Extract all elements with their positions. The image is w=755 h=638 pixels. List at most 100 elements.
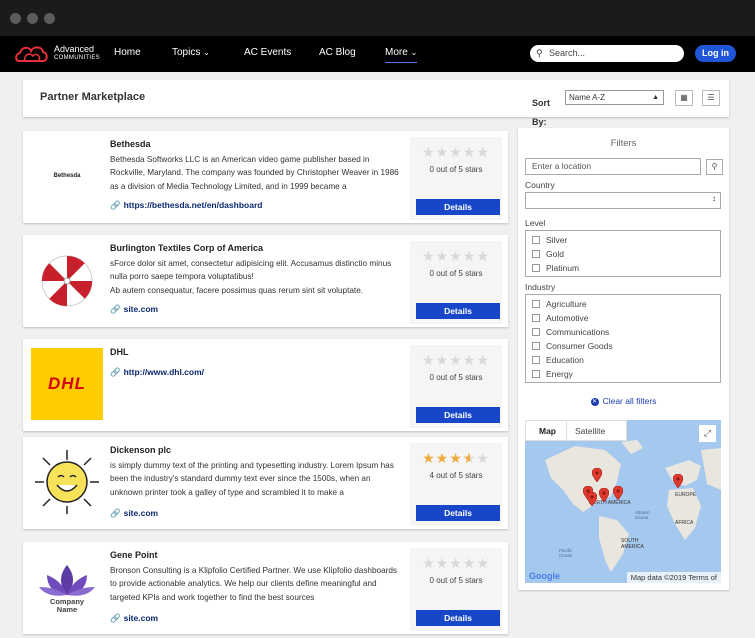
level-option[interactable]: Gold: [526, 247, 720, 261]
partner-name[interactable]: Dickenson plc: [110, 445, 171, 455]
industry-option[interactable]: Energy: [526, 367, 720, 381]
fullscreen-button[interactable]: ⤢: [699, 425, 716, 442]
star-rating: ★★★★★: [422, 144, 490, 160]
checkbox[interactable]: [532, 314, 540, 322]
checkbox[interactable]: [532, 264, 540, 272]
partner-map[interactable]: EUROPE AFRICA SOUTH AMERICA NORTH AMERIC…: [525, 420, 721, 583]
map-marker-icon[interactable]: [598, 487, 610, 503]
partner-name[interactable]: Bethesda: [110, 139, 151, 149]
map-tab-map[interactable]: Map: [539, 426, 556, 436]
rating-text: 0 out of 5 stars: [429, 165, 483, 174]
industry-label: Industry: [525, 282, 556, 292]
rating-panel: ★★★★★ 0 out of 5 stars Details: [410, 241, 502, 324]
country-label: Country: [525, 180, 555, 190]
partner-link-text: https://bethesda.net/en/dashboard: [123, 200, 263, 210]
level-option-label: Platinum: [546, 263, 580, 273]
checkbox[interactable]: [532, 300, 540, 308]
partner-link[interactable]: 🔗 http://www.dhl.com/: [110, 367, 204, 378]
window-maximize-dot[interactable]: [44, 13, 55, 24]
industry-option[interactable]: Agriculture: [526, 297, 720, 311]
checkbox[interactable]: [532, 236, 540, 244]
login-button[interactable]: Log in: [695, 45, 736, 62]
locate-button[interactable]: ⚲: [706, 159, 723, 175]
link-icon: 🔗: [110, 613, 121, 623]
details-button[interactable]: Details: [416, 610, 500, 626]
checkbox[interactable]: [532, 328, 540, 336]
brand-line2: COMMUNITIES: [54, 55, 100, 61]
chevron-down-icon: ⌄: [203, 48, 210, 57]
partner-description: Bronson Consulting is a Klipfolio Certif…: [110, 566, 398, 602]
partner-link[interactable]: 🔗 site.com: [110, 508, 158, 519]
nav-topics-label: Topics: [172, 47, 201, 58]
nav-more[interactable]: More ⌄: [385, 47, 418, 63]
rating-panel: ★★★★★ 0 out of 5 stars Details: [410, 137, 502, 220]
partner-link[interactable]: 🔗 https://bethesda.net/en/dashboard: [110, 200, 262, 211]
search-icon: ⚲: [536, 48, 543, 58]
nav-ac-blog[interactable]: AC Blog: [319, 47, 356, 58]
clear-filters-link[interactable]: ✕ Clear all filters: [518, 396, 729, 406]
industry-option[interactable]: Education: [526, 353, 720, 367]
nav-ac-events[interactable]: AC Events: [244, 47, 291, 58]
checkbox[interactable]: [532, 342, 540, 350]
checkbox[interactable]: [532, 356, 540, 364]
nav-ac-blog-label: AC Blog: [319, 47, 356, 58]
sort-select[interactable]: Name A-Z ▲: [565, 90, 664, 105]
sort-value: Name A-Z: [569, 93, 606, 102]
link-icon: 🔗: [110, 200, 121, 210]
partner-card: Company Name Gene Point Bronson Consulti…: [23, 542, 508, 634]
brand-logo-icon[interactable]: [15, 43, 49, 65]
partner-link[interactable]: 🔗 site.com: [110, 613, 158, 624]
map-tab-satellite[interactable]: Satellite: [575, 426, 605, 436]
rating-panel: ★★★★★★ 4 out of 5 stars Details: [410, 443, 502, 526]
map-marker-icon[interactable]: [612, 485, 624, 501]
level-option[interactable]: Platinum: [526, 261, 720, 275]
search-input[interactable]: ⚲ Search...: [530, 45, 684, 62]
location-input[interactable]: Enter a location: [525, 158, 701, 175]
checkbox[interactable]: [532, 370, 540, 378]
map-attribution[interactable]: Map data ©2019 Terms of: [626, 572, 721, 583]
partner-link[interactable]: 🔗 site.com: [110, 304, 158, 315]
star-rating: ★★★★★: [422, 555, 490, 571]
map-marker-icon[interactable]: [586, 491, 598, 507]
link-icon: 🔗: [110, 367, 121, 377]
list-view-button[interactable]: ☰: [702, 90, 720, 106]
map-marker-icon[interactable]: [591, 467, 603, 483]
map-label-africa: AFRICA: [675, 520, 694, 526]
industry-option-label: Consumer Goods: [546, 341, 613, 351]
partner-name[interactable]: Burlington Textiles Corp of America: [110, 243, 263, 253]
details-button[interactable]: Details: [416, 407, 500, 423]
window-minimize-dot[interactable]: [27, 13, 38, 24]
partner-logo: [31, 244, 103, 316]
partner-name[interactable]: DHL: [110, 347, 129, 357]
details-button[interactable]: Details: [416, 199, 500, 215]
country-select[interactable]: ↕: [525, 192, 721, 209]
industry-option[interactable]: Automotive: [526, 311, 720, 325]
nav-ac-events-label: AC Events: [244, 47, 292, 58]
company-name-logo-text: Company Name: [49, 597, 85, 614]
grid-view-icon: ▦: [680, 93, 688, 102]
level-option-label: Silver: [546, 235, 568, 245]
chevron-down-icon: ⌄: [410, 48, 418, 57]
details-button[interactable]: Details: [416, 505, 500, 521]
industry-option[interactable]: Consumer Goods: [526, 339, 720, 353]
partner-link-text: http://www.dhl.com/: [123, 367, 205, 377]
grid-view-button[interactable]: ▦: [675, 90, 693, 106]
checkbox[interactable]: [532, 250, 540, 258]
partner-description: is simply dummy text of the printing and…: [110, 461, 394, 497]
level-option[interactable]: Silver: [526, 233, 720, 247]
window-close-dot[interactable]: [10, 13, 21, 24]
partner-logo: DHL: [31, 348, 103, 420]
nav-topics[interactable]: Topics ⌄: [172, 47, 210, 58]
nav-home[interactable]: Home: [114, 47, 141, 58]
partner-name[interactable]: Gene Point: [110, 550, 158, 560]
partner-link-text: site.com: [123, 304, 159, 314]
brand-name[interactable]: Advanced COMMUNITIES: [54, 45, 100, 63]
industry-option-label: Agriculture: [546, 299, 587, 309]
map-label-south-america: SOUTH AMERICA: [621, 538, 644, 550]
partner-card: Bethesda Bethesda Bethesda Softworks LLC…: [23, 131, 508, 223]
industry-list: Agriculture Automotive Communications Co…: [525, 294, 721, 383]
industry-option[interactable]: Communications: [526, 325, 720, 339]
details-button[interactable]: Details: [416, 303, 500, 319]
search-placeholder: Search...: [549, 48, 586, 58]
map-marker-icon[interactable]: [672, 473, 684, 489]
